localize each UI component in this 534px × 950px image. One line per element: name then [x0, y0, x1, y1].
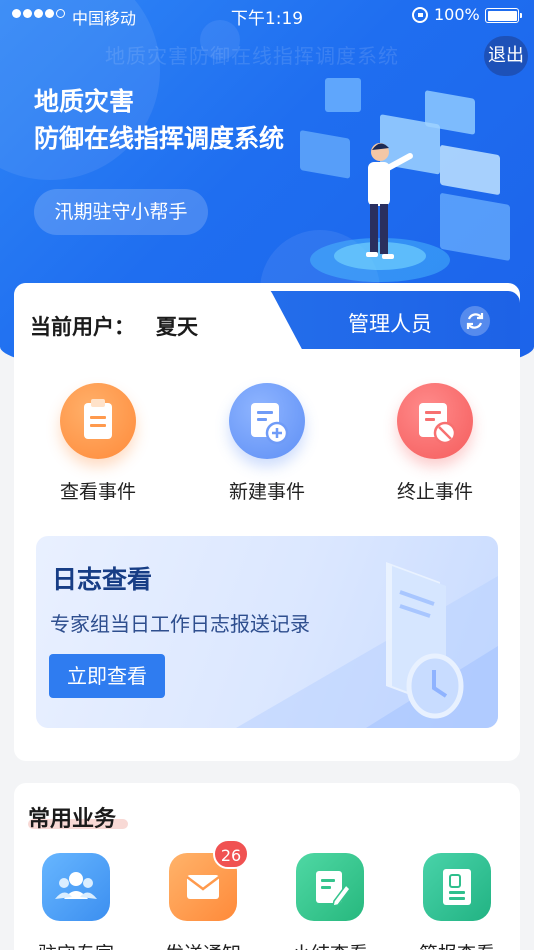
end-event-label: 终止事件 [396, 481, 473, 503]
helper-button[interactable]: 汛期驻守小帮手 [34, 189, 208, 235]
status-bar: 中国移动 下午1:19 100% [0, 0, 534, 30]
common-services-card: 常用业务 驻守专家 26 [14, 783, 520, 950]
edit-document-icon [296, 853, 364, 921]
user-actions-card: 当前用户： 夏天 管理人员 查看事件 新建事件 终止事件 日志查看 专家组当日工… [14, 283, 520, 761]
service-label: 小结查看 [268, 939, 392, 950]
service-summary-view[interactable]: 小结查看 [268, 853, 392, 950]
common-services-title: 常用业务 [28, 807, 117, 832]
view-event-label: 查看事件 [59, 481, 136, 503]
notice-count-badge: 26 [213, 839, 249, 869]
envelope-icon: 26 [169, 839, 249, 921]
dispatch-illustration [300, 78, 510, 282]
rotation-lock-icon [412, 7, 428, 23]
clipboard-icon [60, 383, 136, 459]
service-send-notice[interactable]: 26 发送通知 [141, 839, 265, 950]
log-subtitle: 专家组当日工作日志报送记录 [50, 612, 310, 636]
app-title-line1: 地质灾害 [34, 87, 135, 116]
document-clock-icon [386, 562, 464, 719]
log-title: 日志查看 [52, 565, 153, 594]
document-cancel-icon [397, 383, 473, 459]
report-icon [423, 853, 491, 921]
battery-percent: 100% [434, 5, 480, 24]
log-view-banner[interactable]: 日志查看 专家组当日工作日志报送记录 立即查看 [36, 536, 498, 728]
app-screen: 中国移动 下午1:19 100% 地质灾害防御在线指挥调度系统 退出 地质灾害 … [0, 0, 534, 950]
switch-role-button[interactable] [460, 306, 490, 336]
service-resident-experts[interactable]: 驻守专家 [14, 853, 138, 950]
current-user-label: 当前用户： [30, 315, 135, 339]
app-title-line2: 防御在线指挥调度系统 [34, 124, 285, 153]
new-event-label: 新建事件 [228, 481, 305, 503]
refresh-icon [466, 313, 484, 329]
view-event-button[interactable]: 查看事件 [23, 383, 173, 504]
end-event-button[interactable]: 终止事件 [360, 383, 510, 504]
battery-icon [485, 8, 522, 23]
document-add-icon [229, 383, 305, 459]
new-event-button[interactable]: 新建事件 [192, 383, 342, 504]
service-label: 简报查看 [395, 939, 519, 950]
view-now-button[interactable]: 立即查看 [49, 654, 165, 698]
service-label: 发送通知 [141, 939, 265, 950]
current-user-name: 夏天 [156, 315, 198, 339]
user-role: 管理人员 [348, 312, 432, 336]
service-label: 驻守专家 [14, 939, 138, 950]
service-report-view[interactable]: 简报查看 [395, 853, 519, 950]
people-icon [42, 853, 110, 921]
